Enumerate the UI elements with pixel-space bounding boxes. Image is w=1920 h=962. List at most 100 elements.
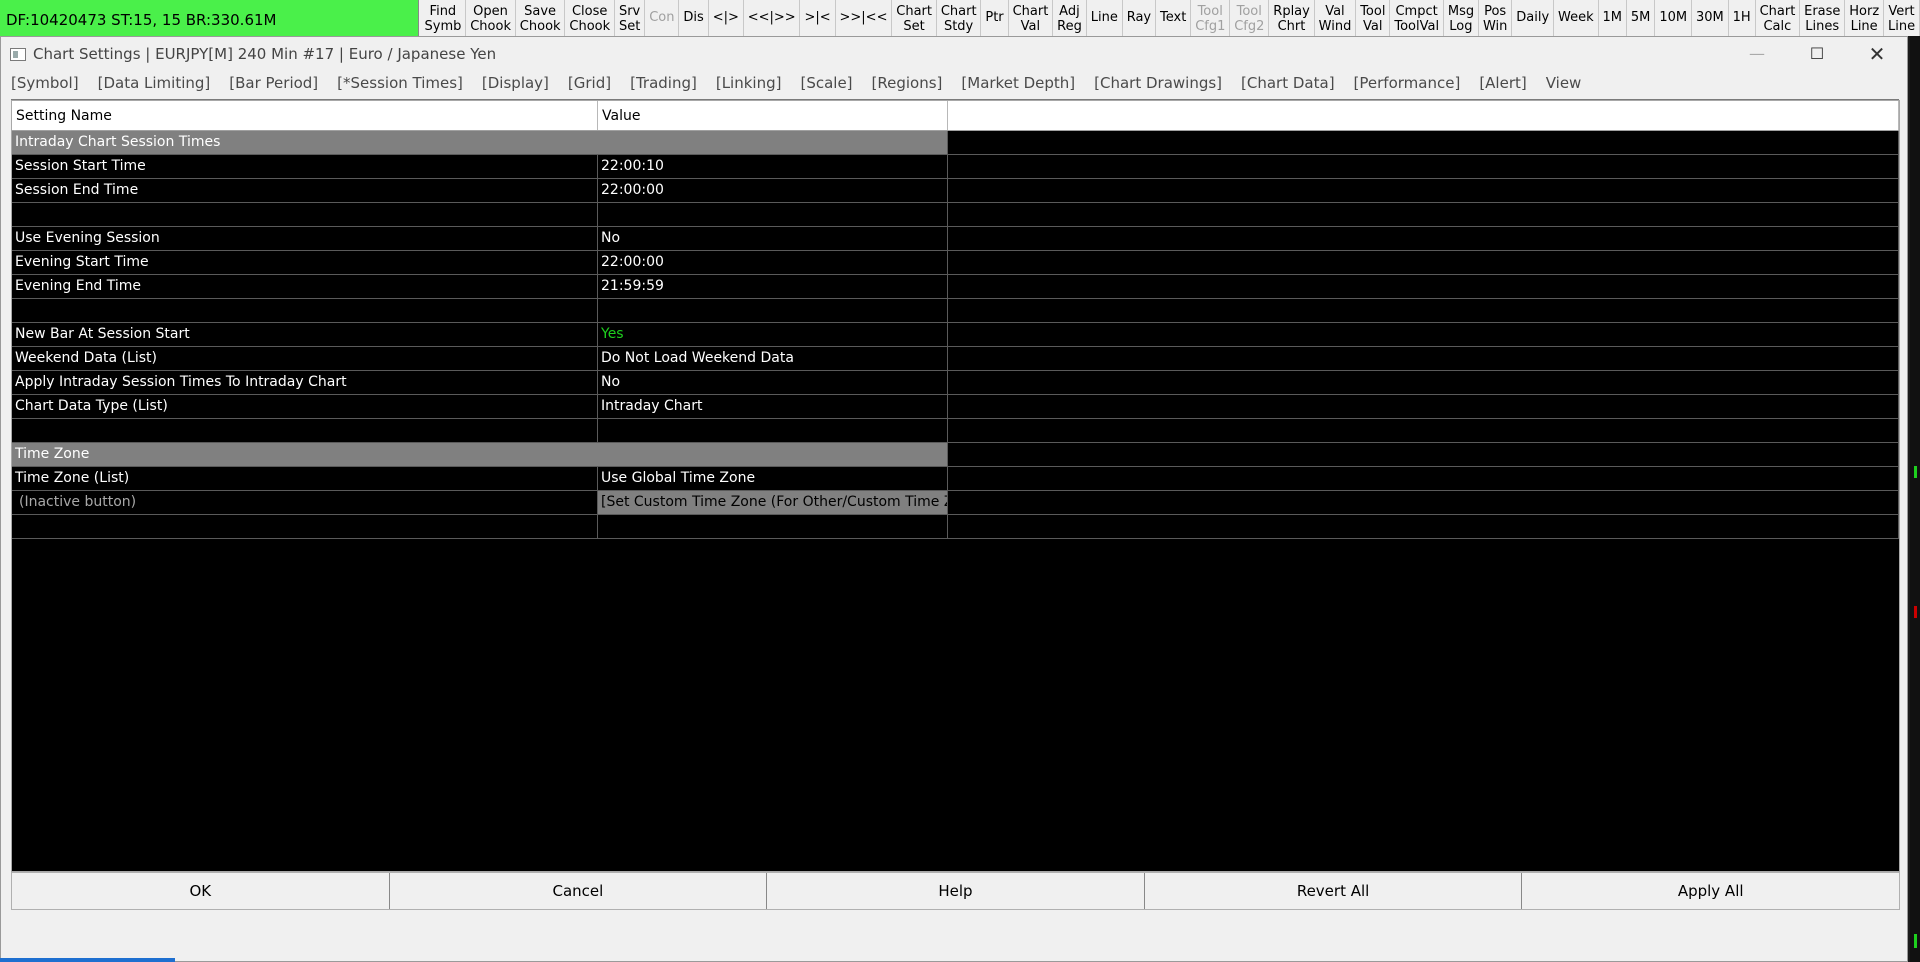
toolbar-button[interactable]: Dis	[679, 0, 709, 36]
tab-item[interactable]: [Bar Period]	[229, 71, 318, 95]
tab-item[interactable]: [Data Limiting]	[98, 71, 211, 95]
setting-value-cell	[598, 419, 948, 442]
table-row[interactable]: New Bar At Session Start Yes	[12, 323, 1899, 347]
apply-all-button[interactable]: Apply All	[1522, 873, 1899, 909]
toolbar-button[interactable]: Ray	[1123, 0, 1157, 36]
toolbar-button[interactable]: Con	[645, 0, 680, 36]
column-header-setting-name[interactable]: Setting Name	[12, 101, 598, 130]
toolbar-button[interactable]: >|<	[800, 0, 836, 36]
dialog-titlebar[interactable]: Chart Settings | EURJPY[M] 240 Min #17 |…	[1, 37, 1907, 71]
background-chart-edge	[1910, 36, 1920, 962]
tab-item[interactable]: View	[1546, 71, 1582, 95]
toolbar-button[interactable]: Rplay Chrt	[1269, 0, 1315, 36]
setting-value-cell[interactable]: Yes	[598, 323, 948, 346]
toolbar-button[interactable]: Daily	[1512, 0, 1555, 36]
toolbar-button[interactable]: Val Wind	[1315, 0, 1357, 36]
toolbar-button[interactable]: Pos Win	[1479, 0, 1513, 36]
tab-item[interactable]: [Chart Drawings]	[1094, 71, 1222, 95]
toolbar-button[interactable]: Adj Reg	[1053, 0, 1087, 36]
table-row[interactable]: Apply Intraday Session Times To Intraday…	[12, 371, 1899, 395]
toolbar-button[interactable]: <<|>>	[744, 0, 801, 36]
tab-item[interactable]: [Scale]	[800, 71, 852, 95]
setting-value-cell	[598, 203, 948, 226]
toolbar-button[interactable]: Tool Cfg2	[1230, 0, 1270, 36]
toolbar-button[interactable]: Chart Calc	[1756, 0, 1801, 36]
setting-name-cell	[12, 419, 598, 442]
maximize-button[interactable]: ☐	[1787, 37, 1847, 71]
settings-tabs: [Symbol] [Data Limiting] [Bar Period] [*Ses…	[1, 71, 1907, 95]
toolbar-button[interactable]: Close Chook	[565, 0, 615, 36]
toolbar-button[interactable]: 10M	[1655, 0, 1692, 36]
setting-value-cell[interactable]: No	[598, 371, 948, 394]
table-row[interactable]: Chart Data Type (List) Intraday Chart	[12, 395, 1899, 419]
toolbar-button[interactable]: Horz Line	[1845, 0, 1885, 36]
toolbar-button[interactable]: Chart Set	[892, 0, 937, 36]
toolbar-button[interactable]: Cmpct ToolVal	[1390, 0, 1444, 36]
setting-name-cell: (Inactive button)	[12, 491, 598, 514]
setting-value-cell[interactable]: Intraday Chart	[598, 395, 948, 418]
setting-value-cell[interactable]: No	[598, 227, 948, 250]
toolbar-button[interactable]: Ptr	[981, 0, 1009, 36]
toolbar-button[interactable]: 1H	[1729, 0, 1756, 36]
cancel-button[interactable]: Cancel	[390, 873, 768, 909]
toolbar-button[interactable]: 1M	[1599, 0, 1627, 36]
setting-value-cell[interactable]: [Set Custom Time Zone (For Other/Custom …	[598, 491, 948, 514]
setting-value-cell[interactable]: 22:00:00	[598, 179, 948, 202]
toolbar-button[interactable]: >>|<<	[836, 0, 893, 36]
setting-value-cell[interactable]: Use Global Time Zone	[598, 467, 948, 490]
setting-value-cell[interactable]: 22:00:00	[598, 251, 948, 274]
table-row[interactable]: Evening End Time 21:59:59	[12, 275, 1899, 299]
toolbar-button[interactable]: Vert Line	[1884, 0, 1920, 36]
tab-item[interactable]: [Alert]	[1479, 71, 1526, 95]
toolbar-button[interactable]: Save Chook	[516, 0, 566, 36]
tab-item[interactable]: [Trading]	[630, 71, 697, 95]
tab-item[interactable]: [Linking]	[716, 71, 782, 95]
ok-button[interactable]: OK	[12, 873, 390, 909]
toolbar-button[interactable]: Chart Val	[1009, 0, 1054, 36]
setting-value-cell[interactable]: 22:00:10	[598, 155, 948, 178]
tab-item[interactable]: [Display]	[482, 71, 549, 95]
toolbar-button[interactable]: Erase Lines	[1800, 0, 1846, 36]
status-readout: DF:10420473 ST:15, 15 BR:330.61M	[0, 0, 419, 36]
column-header-value[interactable]: Value	[598, 101, 948, 130]
setting-value-cell[interactable]: Do Not Load Weekend Data	[598, 347, 948, 370]
setting-value-cell	[598, 515, 948, 538]
toolbar-button[interactable]: Tool Cfg1	[1191, 0, 1231, 36]
tab-item[interactable]: [Chart Data]	[1241, 71, 1335, 95]
setting-value-cell[interactable]: 21:59:59	[598, 275, 948, 298]
toolbar-button[interactable]: Srv Set	[615, 0, 646, 36]
tab-item[interactable]: [Regions]	[872, 71, 943, 95]
close-button[interactable]: ✕	[1847, 37, 1907, 71]
minimize-button[interactable]: —	[1727, 37, 1787, 71]
revert-all-button[interactable]: Revert All	[1145, 873, 1523, 909]
toolbar-button[interactable]: Msg Log	[1444, 0, 1479, 36]
empty-cell	[948, 155, 1899, 178]
table-row[interactable]: Weekend Data (List) Do Not Load Weekend D…	[12, 347, 1899, 371]
tab-item[interactable]: [Grid]	[568, 71, 611, 95]
table-row[interactable]: Evening Start Time 22:00:00	[12, 251, 1899, 275]
empty-cell	[948, 323, 1899, 346]
table-row[interactable]: (Inactive button) [Set Custom Time Zone (…	[12, 491, 1899, 515]
empty-cell	[948, 275, 1899, 298]
toolbar-button[interactable]: Line	[1087, 0, 1123, 36]
taskbar-edge	[0, 958, 175, 962]
toolbar-button[interactable]: <|>	[709, 0, 744, 36]
table-row[interactable]: Time Zone (List) Use Global Time Zone	[12, 467, 1899, 491]
tab-item[interactable]: [Performance]	[1354, 71, 1461, 95]
toolbar-button[interactable]: Find Symb	[421, 0, 467, 36]
table-row[interactable]: Session End Time 22:00:00	[12, 179, 1899, 203]
tab-item[interactable]: [Market Depth]	[961, 71, 1075, 95]
tab-item[interactable]: [Symbol]	[11, 71, 79, 95]
setting-value-cell	[598, 299, 948, 322]
toolbar-button[interactable]: Text	[1156, 0, 1192, 36]
toolbar-button[interactable]: Tool Val	[1356, 0, 1391, 36]
toolbar-button[interactable]: Open Chook	[466, 0, 516, 36]
help-button[interactable]: Help	[767, 873, 1145, 909]
tab-item[interactable]: [*Session Times]	[337, 71, 463, 95]
table-row[interactable]: Session Start Time 22:00:10	[12, 155, 1899, 179]
toolbar-button[interactable]: Week	[1554, 0, 1599, 36]
table-row[interactable]: Use Evening Session No	[12, 227, 1899, 251]
toolbar-button[interactable]: 30M	[1692, 0, 1729, 36]
toolbar-button[interactable]: Chart Stdy	[937, 0, 982, 36]
toolbar-button[interactable]: 5M	[1627, 0, 1656, 36]
